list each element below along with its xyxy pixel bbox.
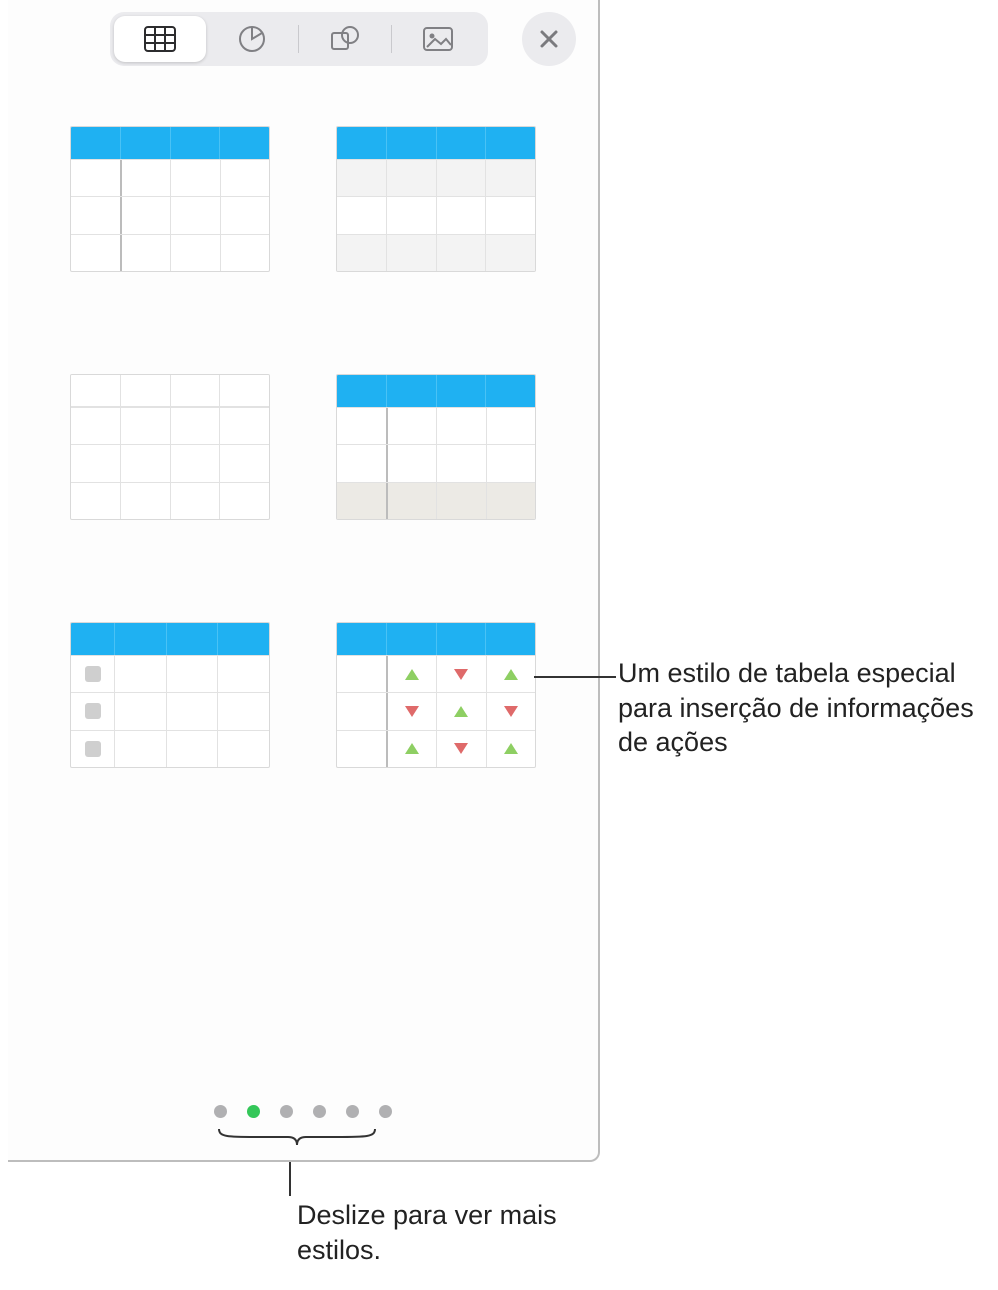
tab-image[interactable] xyxy=(392,16,484,62)
insert-panel xyxy=(8,0,600,1162)
thumb-body xyxy=(337,159,535,271)
callout-stocks-style: Um estilo de tabela especial para inserç… xyxy=(618,656,982,760)
arrow-down-icon xyxy=(504,706,518,717)
arrow-down-icon xyxy=(454,669,468,680)
tab-table[interactable] xyxy=(114,16,206,62)
page-dot[interactable] xyxy=(379,1105,392,1118)
page-dot[interactable] xyxy=(313,1105,326,1118)
callout-pager: Deslize para ver mais estilos. xyxy=(297,1198,617,1267)
table-style-blue-header-checkbox[interactable] xyxy=(70,622,270,768)
table-style-blue-header-footer[interactable] xyxy=(336,374,536,520)
thumb-header xyxy=(71,623,269,655)
page-dot-active[interactable] xyxy=(247,1105,260,1118)
close-button[interactable] xyxy=(522,12,576,66)
close-icon xyxy=(538,28,560,50)
thumb-header xyxy=(337,375,535,407)
table-style-blue-header-alt[interactable] xyxy=(336,126,536,272)
arrow-up-icon xyxy=(504,743,518,754)
checkbox-icon xyxy=(85,703,101,719)
shapes-icon xyxy=(330,25,360,53)
arrow-down-icon xyxy=(405,706,419,717)
thumb-header xyxy=(71,127,269,159)
insert-toolbar xyxy=(8,0,598,66)
thumb-body xyxy=(337,407,535,519)
thumb-header xyxy=(337,623,535,655)
thumb-body xyxy=(71,655,269,767)
table-style-plain-grid[interactable] xyxy=(70,374,270,520)
callout-leader xyxy=(289,1162,291,1196)
callout-leader xyxy=(534,676,616,678)
arrow-up-icon xyxy=(454,706,468,717)
tab-chart[interactable] xyxy=(206,16,298,62)
tab-shape[interactable] xyxy=(299,16,391,62)
callout-text: Deslize para ver mais estilos. xyxy=(297,1200,557,1265)
image-icon xyxy=(423,27,453,51)
arrow-down-icon xyxy=(454,743,468,754)
table-icon xyxy=(144,26,176,52)
page-dot[interactable] xyxy=(280,1105,293,1118)
arrow-up-icon xyxy=(504,669,518,680)
thumb-body xyxy=(71,407,269,519)
page-dot[interactable] xyxy=(346,1105,359,1118)
callout-text: Um estilo de tabela especial para inserç… xyxy=(618,658,974,757)
checkbox-icon xyxy=(85,741,101,757)
table-style-blue-header-stocks[interactable] xyxy=(336,622,536,768)
arrow-up-icon xyxy=(405,743,419,754)
pie-chart-icon xyxy=(238,25,266,53)
insert-category-segmented xyxy=(110,12,488,66)
callout-brace xyxy=(218,1128,376,1146)
table-style-blue-header-firstcol[interactable] xyxy=(70,126,270,272)
thumb-header xyxy=(337,127,535,159)
arrow-up-icon xyxy=(405,669,419,680)
checkbox-icon xyxy=(85,666,101,682)
thumb-body xyxy=(71,159,269,271)
thumb-header xyxy=(71,375,269,407)
page-indicator[interactable] xyxy=(8,1105,598,1118)
thumb-body xyxy=(337,655,535,767)
page-dot[interactable] xyxy=(214,1105,227,1118)
table-styles-grid xyxy=(8,66,598,768)
